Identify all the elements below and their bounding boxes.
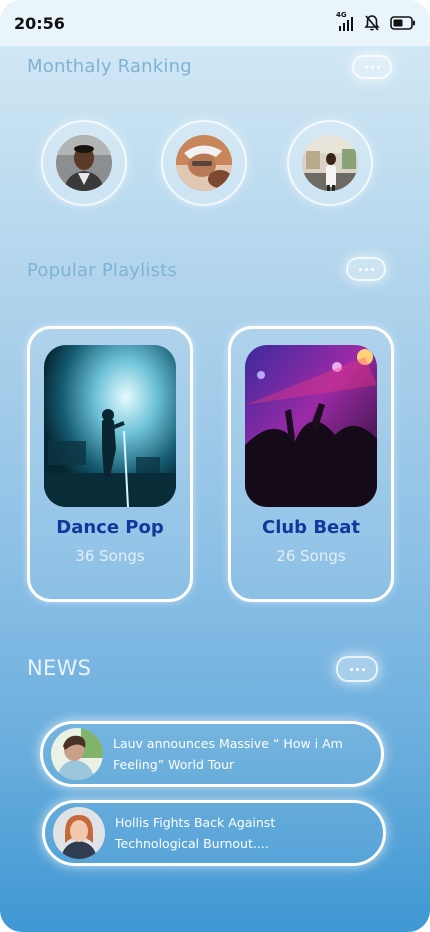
playlist-name: Dance Pop — [56, 517, 164, 538]
news-headline-line: Lauv announces Massive “ How i Am — [113, 736, 343, 751]
more-dots-icon — [364, 65, 368, 69]
news-more-button[interactable] — [336, 656, 378, 682]
ranking-title: Monthaly Ranking — [27, 56, 192, 77]
ranking-avatar-1[interactable] — [41, 120, 127, 206]
more-dots-icon — [358, 267, 362, 271]
signal-icon: 4G — [336, 11, 354, 32]
news-title: NEWS — [27, 656, 92, 680]
news-item-1[interactable]: Lauv announces Massive “ How i Am Feelin… — [40, 721, 384, 787]
news-item-2[interactable]: Hollis Fights Back Against Technological… — [42, 800, 386, 866]
network-label: 4G — [336, 11, 347, 19]
battery-icon — [390, 16, 416, 30]
playlist-cover — [44, 345, 176, 507]
ranking-avatar-2[interactable] — [161, 120, 247, 206]
status-time: 20:56 — [14, 13, 65, 33]
playlists-more-button[interactable] — [346, 257, 386, 281]
playlist-card-club-beat[interactable]: Club Beat 26 Songs — [228, 326, 394, 602]
ranking-avatar-3[interactable] — [287, 120, 373, 206]
news-headline-line: Technological Burnout.... — [115, 836, 269, 851]
avatar — [176, 135, 232, 191]
avatar — [302, 135, 358, 191]
news-headline: Lauv announces Massive “ How i Am Feelin… — [113, 733, 353, 775]
playlist-name: Club Beat — [261, 517, 361, 538]
status-icons: 4G — [336, 11, 416, 32]
playlist-song-count: 26 Songs — [276, 547, 346, 565]
playlist-card-dance-pop[interactable]: Dance Pop 36 Songs — [27, 326, 193, 602]
app-screen: 20:56 4G Monthaly Ranking Popular Playli… — [0, 0, 430, 932]
news-headline-line: Feeling” World Tour — [113, 757, 235, 772]
news-thumbnail — [53, 807, 105, 859]
playlists-title: Popular Playlists — [27, 260, 177, 281]
news-headline: Hollis Fights Back Against Technological… — [115, 812, 355, 854]
bell-muted-icon — [364, 14, 380, 32]
avatar — [56, 135, 112, 191]
ranking-more-button[interactable] — [352, 55, 392, 79]
status-bar: 20:56 4G — [0, 0, 430, 46]
playlist-song-count: 36 Songs — [75, 547, 145, 565]
news-headline-line: Hollis Fights Back Against — [115, 815, 276, 830]
playlist-cover — [245, 345, 377, 507]
more-dots-icon — [349, 667, 353, 671]
news-thumbnail — [51, 728, 103, 780]
